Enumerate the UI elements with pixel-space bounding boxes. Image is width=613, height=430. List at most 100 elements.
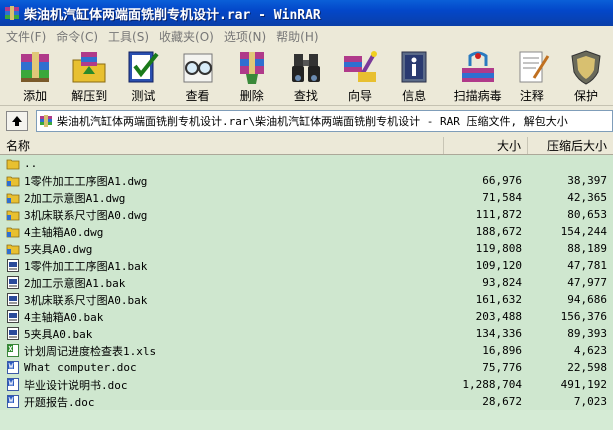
file-name-cell: 开题报告.doc — [0, 394, 444, 410]
comment-icon — [519, 51, 550, 83]
file-name-cell: 3机床联系尺寸图A0.dwg — [0, 207, 444, 223]
file-packed-size: 80,653 — [567, 208, 607, 221]
file-name-cell: 4主轴箱A0.bak — [0, 309, 444, 325]
title-bar: 柴油机汽缸体两端面铣削专机设计.rar - WinRAR — [0, 0, 613, 26]
file-row[interactable]: What computer.doc 75,776 22,598 — [0, 359, 613, 376]
file-row[interactable]: 5夹具A0.bak 134,336 89,393 — [0, 325, 613, 342]
menu-commands[interactable]: 命令(C) — [54, 28, 106, 45]
file-row[interactable]: 2加工示意图A1.dwg 71,584 42,365 — [0, 189, 613, 206]
file-packed-size: 88,189 — [567, 242, 607, 255]
bak-file-icon — [6, 258, 20, 273]
file-size: 28,672 — [482, 395, 522, 408]
info-button[interactable]: 信息 — [387, 46, 441, 104]
menu-file[interactable]: 文件(F) — [4, 28, 54, 45]
file-name-cell: 2加工示意图A1.bak — [0, 275, 444, 291]
file-packed-size: 89,393 — [567, 327, 607, 340]
file-name: 1零件加工工序图A1.bak — [24, 259, 148, 273]
file-packed-size: 7,023 — [573, 395, 607, 408]
file-size: 111,872 — [475, 208, 522, 221]
menu-favorites[interactable]: 收藏夹(O) — [157, 28, 222, 45]
shield-icon — [571, 50, 601, 85]
file-name: 毕业设计说明书.doc — [24, 378, 128, 392]
column-size-header[interactable]: 大小 — [444, 137, 528, 154]
file-size: 71,584 — [482, 191, 522, 204]
scan-virus-button[interactable]: 扫描病毒 — [451, 46, 505, 104]
file-name-cell: What computer.doc — [0, 360, 444, 375]
dwg-file-icon — [6, 190, 20, 205]
delete-icon — [239, 52, 264, 84]
file-size: 203,488 — [475, 310, 522, 323]
file-row[interactable]: 开题报告.doc 28,672 7,023 — [0, 393, 613, 410]
dwg-file-icon — [6, 173, 20, 188]
file-size: 188,672 — [475, 225, 522, 238]
menu-options[interactable]: 选项(N) — [222, 28, 274, 45]
file-row[interactable]: .. — [0, 155, 613, 172]
test-button[interactable]: 测试 — [116, 46, 170, 104]
add-button[interactable]: 添加 — [8, 46, 62, 104]
file-name: 5夹具A0.bak — [24, 327, 93, 341]
column-name-header[interactable]: 名称 — [0, 137, 444, 154]
address-path: 柴油机汽缸体两端面铣削专机设计.rar\柴油机汽缸体两端面铣削专机设计 - RA… — [57, 115, 568, 128]
file-name: 1零件加工工序图A1.dwg — [24, 174, 148, 188]
file-row[interactable]: 4主轴箱A0.dwg 188,672 154,244 — [0, 223, 613, 240]
add-archive-icon — [21, 52, 50, 82]
file-packed-size: 156,376 — [560, 310, 607, 323]
address-field[interactable]: 柴油机汽缸体两端面铣削专机设计.rar\柴油机汽缸体两端面铣削专机设计 - RA… — [36, 110, 613, 132]
excel-file-icon — [6, 343, 20, 358]
column-packed-header[interactable]: 压缩后大小 — [528, 137, 613, 154]
file-name: 计划周记进度检查表1.xls — [24, 344, 157, 358]
file-row[interactable]: 毕业设计说明书.doc 1,288,704 491,192 — [0, 376, 613, 393]
menu-help[interactable]: 帮助(H) — [274, 28, 326, 45]
file-size: 109,120 — [475, 259, 522, 272]
word-file-icon — [6, 394, 20, 409]
file-name: 开题报告.doc — [24, 395, 95, 409]
test-check-icon — [128, 51, 159, 83]
file-packed-size: 22,598 — [567, 361, 607, 374]
file-row[interactable]: 2加工示意图A1.bak 93,824 47,977 — [0, 274, 613, 291]
virus-scan-icon — [461, 51, 494, 82]
comment-button[interactable]: 注释 — [505, 46, 559, 104]
up-folder-button[interactable] — [6, 111, 28, 131]
file-size: 1,288,704 — [462, 378, 522, 391]
file-size: 93,824 — [482, 276, 522, 289]
file-packed-size: 154,244 — [560, 225, 607, 238]
toolbar: 添加 解压到 测试 查看 删除 查找 向导 信息 扫描病毒 注释 保护 — [0, 46, 613, 106]
file-packed-size: 4,623 — [573, 344, 607, 357]
rar-archive-icon — [40, 115, 52, 127]
file-name: 3机床联系尺寸图A0.bak — [24, 293, 148, 307]
window-title: 柴油机汽缸体两端面铣削专机设计.rar - WinRAR — [24, 7, 321, 23]
file-name-cell: 1零件加工工序图A1.dwg — [0, 173, 444, 189]
file-size: 75,776 — [482, 361, 522, 374]
file-size: 66,976 — [482, 174, 522, 187]
file-row[interactable]: 1零件加工工序图A1.dwg 66,976 38,397 — [0, 172, 613, 189]
extract-to-button[interactable]: 解压到 — [62, 46, 116, 104]
file-row[interactable]: 1零件加工工序图A1.bak 109,120 47,781 — [0, 257, 613, 274]
dwg-file-icon — [6, 241, 20, 256]
dwg-file-icon — [6, 224, 20, 239]
delete-button[interactable]: 删除 — [225, 46, 279, 104]
file-packed-size: 491,192 — [560, 378, 607, 391]
file-row[interactable]: 3机床联系尺寸图A0.dwg 111,872 80,653 — [0, 206, 613, 223]
file-name: 4主轴箱A0.bak — [24, 310, 104, 324]
file-row[interactable]: 4主轴箱A0.bak 203,488 156,376 — [0, 308, 613, 325]
dwg-file-icon — [6, 207, 20, 222]
file-row[interactable]: 计划周记进度检查表1.xls 16,896 4,623 — [0, 342, 613, 359]
file-name: 2加工示意图A1.dwg — [24, 191, 126, 205]
wizard-button[interactable]: 向导 — [333, 46, 387, 104]
view-button[interactable]: 查看 — [170, 46, 224, 104]
binoculars-icon — [291, 54, 320, 82]
file-name-cell: 3机床联系尺寸图A0.bak — [0, 292, 444, 308]
extract-folder-icon — [72, 52, 106, 83]
file-row[interactable]: 5夹具A0.dwg 119,808 88,189 — [0, 240, 613, 257]
menu-tools[interactable]: 工具(S) — [106, 28, 157, 45]
file-name-cell: 毕业设计说明书.doc — [0, 377, 444, 393]
file-rows: .. 1零件加工工序图A1.dwg 66,976 38,397 2加工示意图A1.dwg… — [0, 155, 613, 410]
file-name: .. — [24, 157, 38, 170]
file-packed-size: 38,397 — [567, 174, 607, 187]
file-name-cell: 计划周记进度检查表1.xls — [0, 343, 444, 359]
file-name: 5夹具A0.dwg — [24, 242, 93, 256]
find-button[interactable]: 查找 — [279, 46, 333, 104]
file-row[interactable]: 3机床联系尺寸图A0.bak 161,632 94,686 — [0, 291, 613, 308]
protect-button[interactable]: 保护 — [559, 46, 613, 104]
file-name-cell: 5夹具A0.bak — [0, 326, 444, 342]
